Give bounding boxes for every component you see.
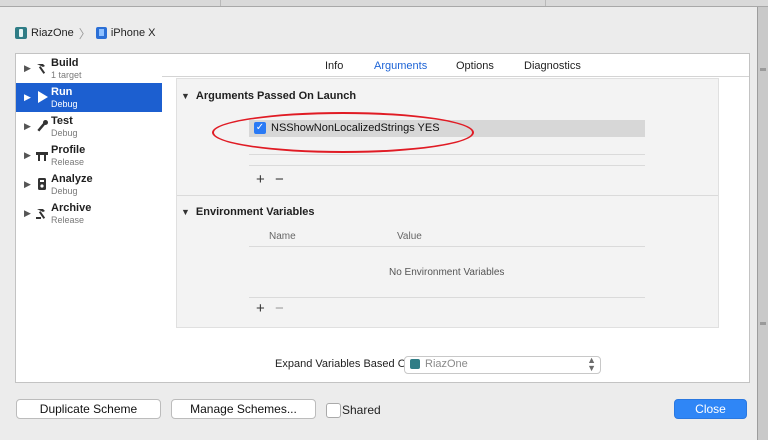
sidebar-item-label: Run	[51, 86, 73, 98]
background-window-edge-right	[758, 7, 768, 440]
row-separator	[249, 297, 645, 298]
sidebar-item-label: Archive	[51, 202, 92, 214]
sidebar-item-label: Build	[51, 57, 79, 69]
section-title: Environment Variables	[195, 206, 315, 218]
shared-label[interactable]: Shared	[342, 403, 381, 417]
scheme-detail-panel: Info Arguments Options Diagnostics ▼ Argu…	[162, 53, 750, 383]
remove-argument-button[interactable]: −	[275, 171, 284, 188]
shared-checkbox[interactable]	[326, 403, 341, 418]
sidebar-item-sublabel: Debug	[51, 99, 78, 109]
scheme-action-list: ▶ Build 1 target ▶ Run Debug ▶ Test Debu…	[15, 53, 164, 383]
background-divider	[545, 0, 546, 6]
select-arrows-icon: ▲ ▼	[587, 355, 596, 373]
analyze-icon	[38, 178, 46, 190]
tab-arguments[interactable]: Arguments	[374, 60, 427, 72]
disclosure-triangle-down-icon: ▼	[181, 91, 190, 101]
sidebar-item-sublabel: 1 target	[51, 70, 82, 80]
tab-diagnostics[interactable]: Diagnostics	[524, 60, 581, 72]
disclosure-triangle-icon[interactable]: ▶	[24, 121, 31, 132]
annotation-highlight-ellipse	[212, 112, 474, 153]
disclosure-triangle-icon[interactable]: ▶	[24, 63, 31, 74]
sidebar-item-label: Analyze	[51, 173, 93, 185]
column-header-value[interactable]: Value	[397, 231, 422, 242]
disclosure-triangle-down-icon: ▼	[181, 207, 190, 217]
disclosure-triangle-icon[interactable]: ▶	[24, 179, 31, 190]
sidebar-item-label: Test	[51, 115, 73, 127]
disclosure-triangle-icon[interactable]: ▶	[24, 150, 31, 161]
archive-icon	[36, 209, 46, 219]
column-header-name[interactable]: Name	[269, 231, 296, 242]
tab-info[interactable]: Info	[325, 60, 343, 72]
sidebar-item-sublabel: Debug	[51, 128, 78, 138]
wrench-icon	[37, 120, 48, 132]
background-mark	[760, 322, 766, 325]
remove-variable-button: −	[275, 300, 284, 317]
empty-state-text: No Environment Variables	[389, 267, 505, 278]
expand-variables-select[interactable]: RiazOne ▲ ▼	[404, 356, 601, 374]
select-value: RiazOne	[425, 358, 468, 370]
app-icon	[15, 27, 27, 39]
chevron-right-icon: 〉	[78, 26, 91, 41]
close-button[interactable]: Close	[674, 399, 747, 419]
tab-bar: Info Arguments Options Diagnostics	[162, 54, 749, 77]
section-separator	[177, 195, 718, 196]
background-window-edge	[0, 0, 768, 7]
sidebar-item-run[interactable]: ▶ Run Debug	[16, 83, 163, 112]
background-mark	[760, 68, 766, 71]
sidebar-item-archive[interactable]: ▶ Archive Release	[16, 199, 163, 228]
disclosure-triangle-icon[interactable]: ▶	[24, 92, 31, 103]
sidebar-item-test[interactable]: ▶ Test Debug	[16, 112, 163, 141]
instruments-icon	[36, 152, 48, 161]
row-separator	[249, 154, 645, 155]
arguments-content: ▼ Arguments Passed On Launch ✓ NSShowNonL…	[176, 78, 719, 328]
arguments-section-header[interactable]: ▼ Arguments Passed On Launch	[181, 90, 356, 102]
add-variable-button[interactable]: +	[256, 300, 265, 317]
iphone-icon	[95, 27, 107, 39]
disclosure-triangle-icon[interactable]: ▶	[24, 208, 31, 219]
environment-section-header[interactable]: ▼ Environment Variables	[181, 206, 315, 218]
play-icon	[38, 91, 48, 103]
header-separator	[249, 246, 645, 247]
sidebar-item-profile[interactable]: ▶ Profile Release	[16, 141, 163, 170]
sidebar-item-sublabel: Release	[51, 215, 85, 225]
expand-variables-label: Expand Variables Based On	[275, 358, 413, 370]
tab-options[interactable]: Options	[456, 60, 494, 72]
section-title: Arguments Passed On Launch	[195, 90, 357, 102]
background-divider	[220, 0, 221, 6]
sidebar-item-analyze[interactable]: ▶ Analyze Debug	[16, 170, 163, 199]
duplicate-scheme-button[interactable]: Duplicate Scheme	[16, 399, 161, 419]
sidebar-item-sublabel: Release	[51, 157, 85, 167]
hammer-icon	[37, 64, 46, 74]
breadcrumb-device[interactable]: iPhone X	[111, 27, 156, 39]
app-icon	[410, 359, 420, 369]
sidebar-item-build[interactable]: ▶ Build 1 target	[16, 54, 163, 83]
sidebar-item-sublabel: Debug	[51, 186, 78, 196]
breadcrumb: RiazOne 〉 iPhone X	[15, 26, 156, 41]
row-separator	[249, 165, 645, 166]
sidebar-item-label: Profile	[51, 144, 86, 156]
manage-schemes-button[interactable]: Manage Schemes...	[171, 399, 316, 419]
breadcrumb-project[interactable]: RiazOne	[31, 27, 74, 39]
add-argument-button[interactable]: +	[256, 171, 265, 188]
